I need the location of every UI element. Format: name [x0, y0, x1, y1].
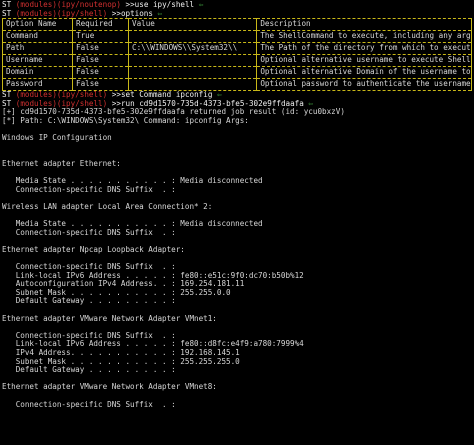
output-line: Connection-specific DNS Suffix . :: [2, 228, 176, 237]
prompt-prefix: ST: [2, 1, 12, 9]
table-row: Command True The ShellCommand to execute…: [2, 30, 472, 43]
table-row: Domain False Optional alternative Domain…: [2, 66, 472, 79]
output-line: Windows IP Configuration: [2, 134, 112, 143]
prompt-line-use: ST (modules)(ipy/noutenop) >>use ipy/she…: [2, 1, 204, 9]
command-run: run cd9d1570-735d-4373-bfe5-302e9ffdaafa: [120, 99, 304, 108]
options-table: Option Name Required Value Description C…: [2, 18, 472, 91]
prompt-line-run: ST (modules)(ipy/shell) >>run cd9d1570-7…: [2, 99, 313, 108]
column-header: Option Name: [2, 18, 73, 31]
output-line: IPv4 Address. . . . . . . . . . . : 192.…: [2, 349, 240, 357]
column-header: Value: [127, 18, 257, 31]
prompt-modules: modules: [20, 1, 53, 9]
output-line: Subnet Mask . . . . . . . . . . . : 255.…: [2, 357, 240, 366]
output-line: Subnet Mask . . . . . . . . . . . : 255.…: [2, 288, 231, 297]
column-header: Required: [72, 18, 129, 31]
output-line: Default Gateway . . . . . . . . . :: [2, 297, 176, 306]
job-result-line: [+] cd9d1570-735d-4373-bfe5-302e9ffdaafa…: [2, 108, 345, 117]
output-line: Ethernet adapter Ethernet:: [2, 159, 121, 168]
table-row: Path False C:\\WINDOWS\\System32\\ The P…: [2, 42, 472, 55]
output-line: Connection-specific DNS Suffix . :: [2, 331, 176, 340]
command-options: options: [120, 9, 153, 18]
output-line: Ethernet adapter VMware Network Adapter …: [2, 314, 217, 323]
terminal-window[interactable]: ST (modules)(ipy/noutenop) >>use ipy/she…: [2, 1, 472, 409]
output-line: Link-local IPv6 Address . . . . . : fe80…: [2, 271, 304, 280]
prompt-path: ipy/noutenop: [61, 1, 117, 9]
output-line: Ethernet adapter VMware Network Adapter …: [2, 383, 217, 392]
ipconfig-output: Windows IP Configuration Ethernet adapter…: [2, 126, 472, 410]
job-path-line: [*] Path: C:\WINDOWS\System32\ Command: …: [2, 116, 249, 125]
prompt-line-set: ST (modules)(ipy/shell) >>set Command ip…: [2, 91, 222, 100]
output-line: Wireless LAN adapter Local Area Connecti…: [2, 202, 213, 211]
command-use: use ipy/shell: [134, 1, 195, 9]
output-line: Default Gateway . . . . . . . . . :: [2, 366, 176, 375]
output-line: Link-local IPv6 Address . . . . . : fe80…: [2, 340, 304, 349]
arrow-left-icon: ⇦: [157, 9, 163, 18]
output-line: Media State . . . . . . . . . . . : Medi…: [2, 177, 263, 186]
arrow-left-icon: ⇦: [308, 99, 313, 108]
output-line: Connection-specific DNS Suffix . :: [2, 185, 176, 194]
output-line: Connection-specific DNS Suffix . :: [2, 263, 176, 272]
output-line: Connection-specific DNS Suffix . :: [2, 400, 176, 409]
output-line: Ethernet adapter Npcap Loopback Adapter:: [2, 245, 185, 254]
output-line: Autoconfiguration IPv4 Address. . : 169.…: [2, 280, 245, 289]
table-row: Username False Optional alternative user…: [2, 54, 472, 67]
table-row: Password False Optional password to auth…: [2, 78, 472, 91]
table-header-row: Option Name Required Value Description: [2, 18, 472, 31]
command-set: set Command ipconfig: [120, 91, 213, 100]
output-line: Media State . . . . . . . . . . . : Medi…: [2, 220, 263, 229]
column-header: Description: [256, 18, 472, 31]
arrow-left-icon: ⇦: [198, 1, 204, 9]
arrow-left-icon: ⇦: [216, 91, 222, 100]
prompt-line-options: ST (modules)(ipy/shell) >>options ⇦: [2, 9, 163, 18]
